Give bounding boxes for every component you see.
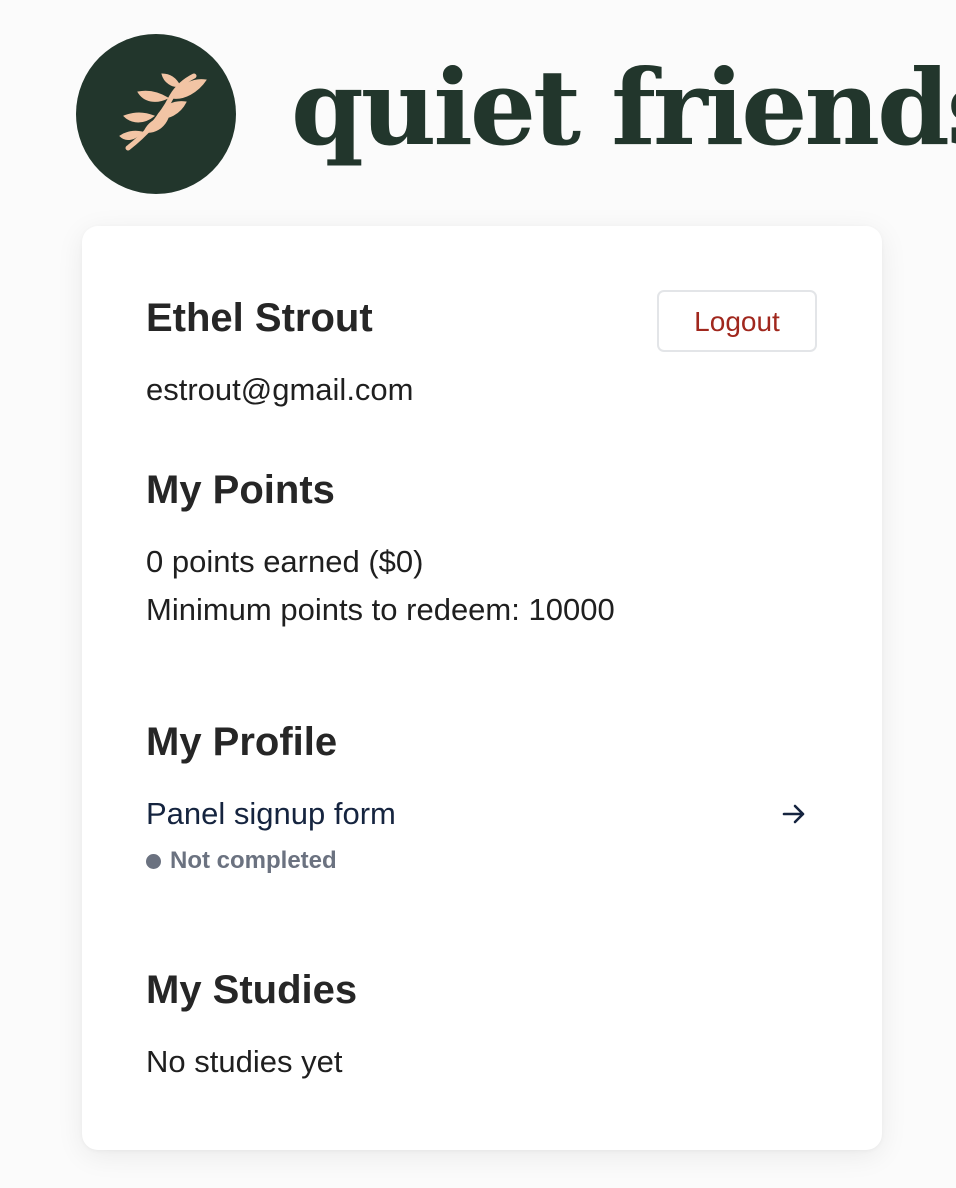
leaf-sprig-icon [119, 73, 207, 151]
brand-logo[interactable] [76, 34, 236, 194]
logout-button[interactable]: Logout [657, 290, 817, 352]
points-earned: 0 points earned ($0) [146, 544, 424, 579]
panel-signup-form-label: Panel signup form [146, 796, 396, 831]
status-dot-icon [146, 854, 161, 869]
form-status-text: Not completed [170, 847, 337, 874]
arrow-right-icon [782, 804, 805, 824]
points-minimum: Minimum points to redeem: 10000 [146, 592, 615, 627]
site-header: quiet friends [76, 34, 956, 194]
brand-wordmark: quiet friends [291, 46, 956, 169]
panel-signup-form-link[interactable]: Panel signup form [146, 792, 818, 836]
points-section-title: My Points [146, 468, 335, 512]
studies-empty-text: No studies yet [146, 1044, 343, 1079]
account-card: Ethel Strout Logout estrout@gmail.com My… [82, 226, 882, 1150]
user-name: Ethel Strout [146, 296, 373, 340]
user-email: estrout@gmail.com [146, 372, 414, 407]
profile-section-title: My Profile [146, 720, 338, 764]
studies-section-title: My Studies [146, 968, 358, 1012]
